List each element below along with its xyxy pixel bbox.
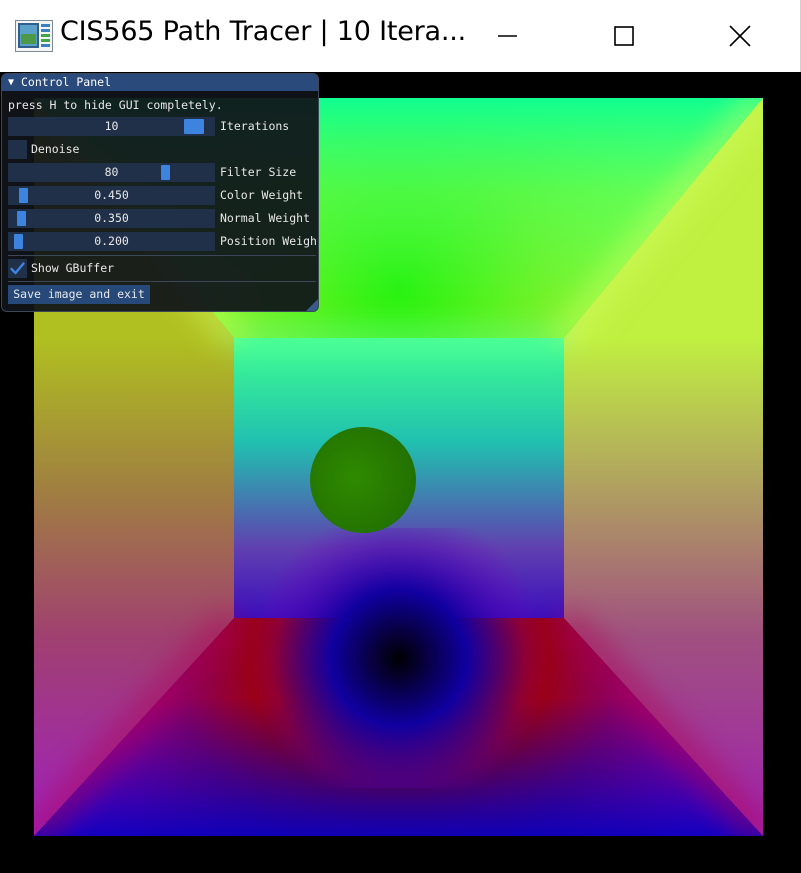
control-panel-header[interactable]: ▼ Control Panel [2, 74, 318, 91]
maximize-button[interactable] [594, 12, 654, 60]
normal-weight-label: Normal Weight [220, 211, 311, 225]
control-panel[interactable]: ▼ Control Panel press H to hide GUI comp… [1, 73, 319, 312]
filter-size-label: Filter Size [220, 165, 297, 179]
control-panel-title: Control Panel [21, 75, 112, 89]
normal-weight-slider[interactable]: 0.350 [8, 209, 215, 228]
normal-weight-value: 0.350 [94, 211, 129, 225]
app-window-icon [15, 20, 53, 52]
triangle-down-icon[interactable]: ▼ [8, 74, 14, 91]
position-weight-slider[interactable]: 0.200 [8, 232, 215, 251]
denoise-label: Denoise [31, 142, 80, 156]
color-weight-slider[interactable]: 0.450 [8, 186, 215, 205]
iterations-slider[interactable]: 10 [8, 117, 215, 136]
denoise-checkbox[interactable] [8, 140, 27, 159]
position-weight-value: 0.200 [94, 234, 129, 248]
close-button[interactable] [710, 12, 770, 60]
filter-size-slider[interactable]: 80 [8, 163, 215, 182]
app-window: CIS565 Path Tracer | 10 Itera... ▼ Contr… [0, 0, 801, 873]
sphere-object [310, 427, 416, 533]
minimize-icon [498, 35, 517, 37]
separator [8, 281, 316, 282]
filter-size-value: 80 [104, 165, 119, 179]
iterations-label: Iterations [220, 119, 290, 133]
resize-grip-icon[interactable] [306, 299, 318, 311]
position-weight-label: Position Weigh [220, 234, 317, 248]
iterations-value: 10 [104, 119, 119, 133]
maximize-icon [614, 26, 634, 46]
close-icon [729, 25, 751, 47]
title-bar[interactable]: CIS565 Path Tracer | 10 Itera... [0, 0, 801, 72]
save-image-and-exit-button[interactable]: Save image and exit [8, 285, 150, 304]
window-title: CIS565 Path Tracer | 10 Itera... [60, 16, 467, 47]
checkmark-icon [10, 262, 25, 275]
color-weight-value: 0.450 [94, 188, 129, 202]
show-gbuffer-label: Show GBuffer [31, 261, 115, 275]
separator [8, 255, 316, 256]
minimize-button[interactable] [478, 12, 538, 60]
show-gbuffer-checkbox[interactable] [8, 259, 27, 278]
color-weight-label: Color Weight [220, 188, 304, 202]
hint-text: press H to hide GUI completely. [8, 98, 223, 112]
